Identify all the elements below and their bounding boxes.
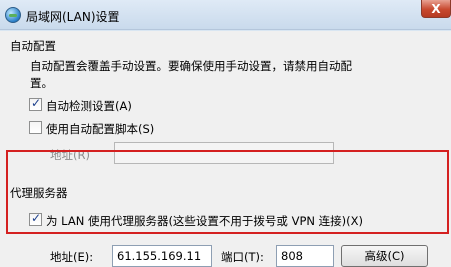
auto-detect-label[interactable]: 自动检测设置(A): [46, 98, 132, 114]
auto-config-description-line-1: 自动配置会覆盖手动设置。要确保使用手动设置，请禁用自动配: [30, 59, 352, 73]
proxy-address-label: 地址(E):: [50, 250, 94, 264]
proxy-heading: 代理服务器: [10, 186, 68, 200]
globe-network-icon: [5, 7, 21, 23]
title-bar: 局域网(LAN)设置 X: [0, 0, 451, 30]
window-title: 局域网(LAN)设置: [26, 10, 120, 24]
close-button[interactable]: X: [421, 0, 451, 18]
auto-config-description-line-2: 置。: [30, 76, 53, 90]
use-auto-config-script-checkbox[interactable]: [29, 121, 42, 134]
advanced-button[interactable]: 高级(C): [341, 245, 428, 267]
use-auto-config-script-label[interactable]: 使用自动配置脚本(S): [46, 121, 154, 137]
use-proxy-checkbox[interactable]: [29, 211, 42, 226]
proxy-address-input[interactable]: 61.155.169.11: [112, 245, 212, 267]
auto-detect-checkbox[interactable]: [29, 96, 42, 111]
close-icon: X: [431, 1, 441, 16]
proxy-port-label: 端口(T):: [221, 250, 264, 264]
proxy-port-input[interactable]: 808: [276, 245, 334, 267]
use-proxy-label[interactable]: 为 LAN 使用代理服务器(这些设置不用于拨号或 VPN 连接)(X): [46, 213, 363, 229]
auto-config-heading: 自动配置: [10, 39, 56, 53]
